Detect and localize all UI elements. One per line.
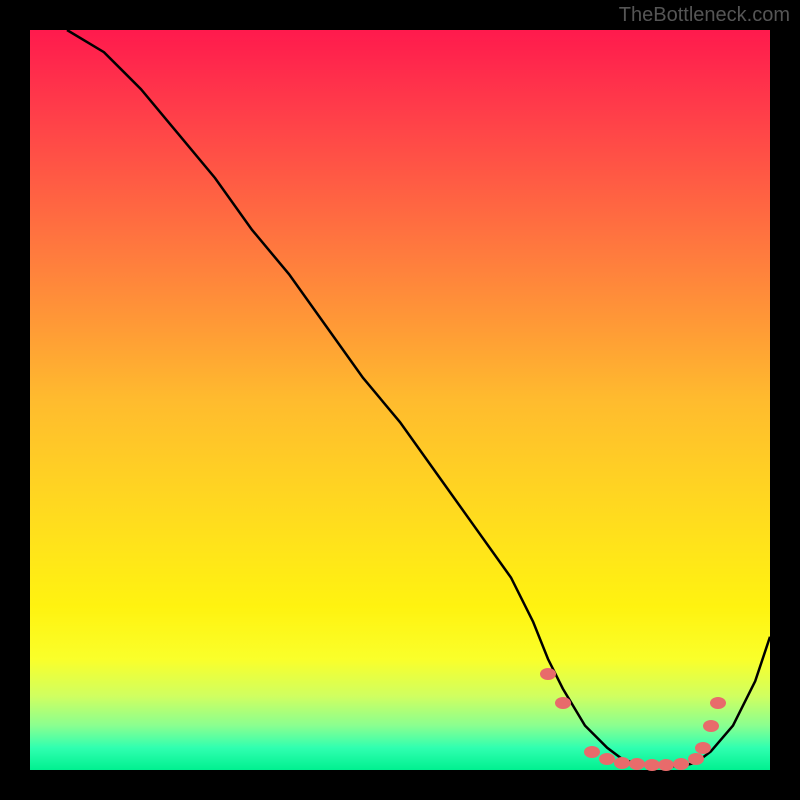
watermark-text: TheBottleneck.com <box>619 4 790 27</box>
marker-dot <box>710 697 726 709</box>
marker-dot <box>658 759 674 771</box>
marker-dot <box>695 742 711 754</box>
marker-dot <box>540 668 556 680</box>
marker-dot <box>703 720 719 732</box>
marker-dot <box>629 758 645 770</box>
marker-dot <box>688 753 704 765</box>
chart-curve <box>30 30 770 770</box>
marker-dot <box>599 753 615 765</box>
marker-dot <box>644 759 660 771</box>
marker-dot <box>555 697 571 709</box>
marker-dot <box>673 758 689 770</box>
marker-dot <box>614 757 630 769</box>
plot-background <box>30 30 770 770</box>
marker-dot <box>584 746 600 758</box>
